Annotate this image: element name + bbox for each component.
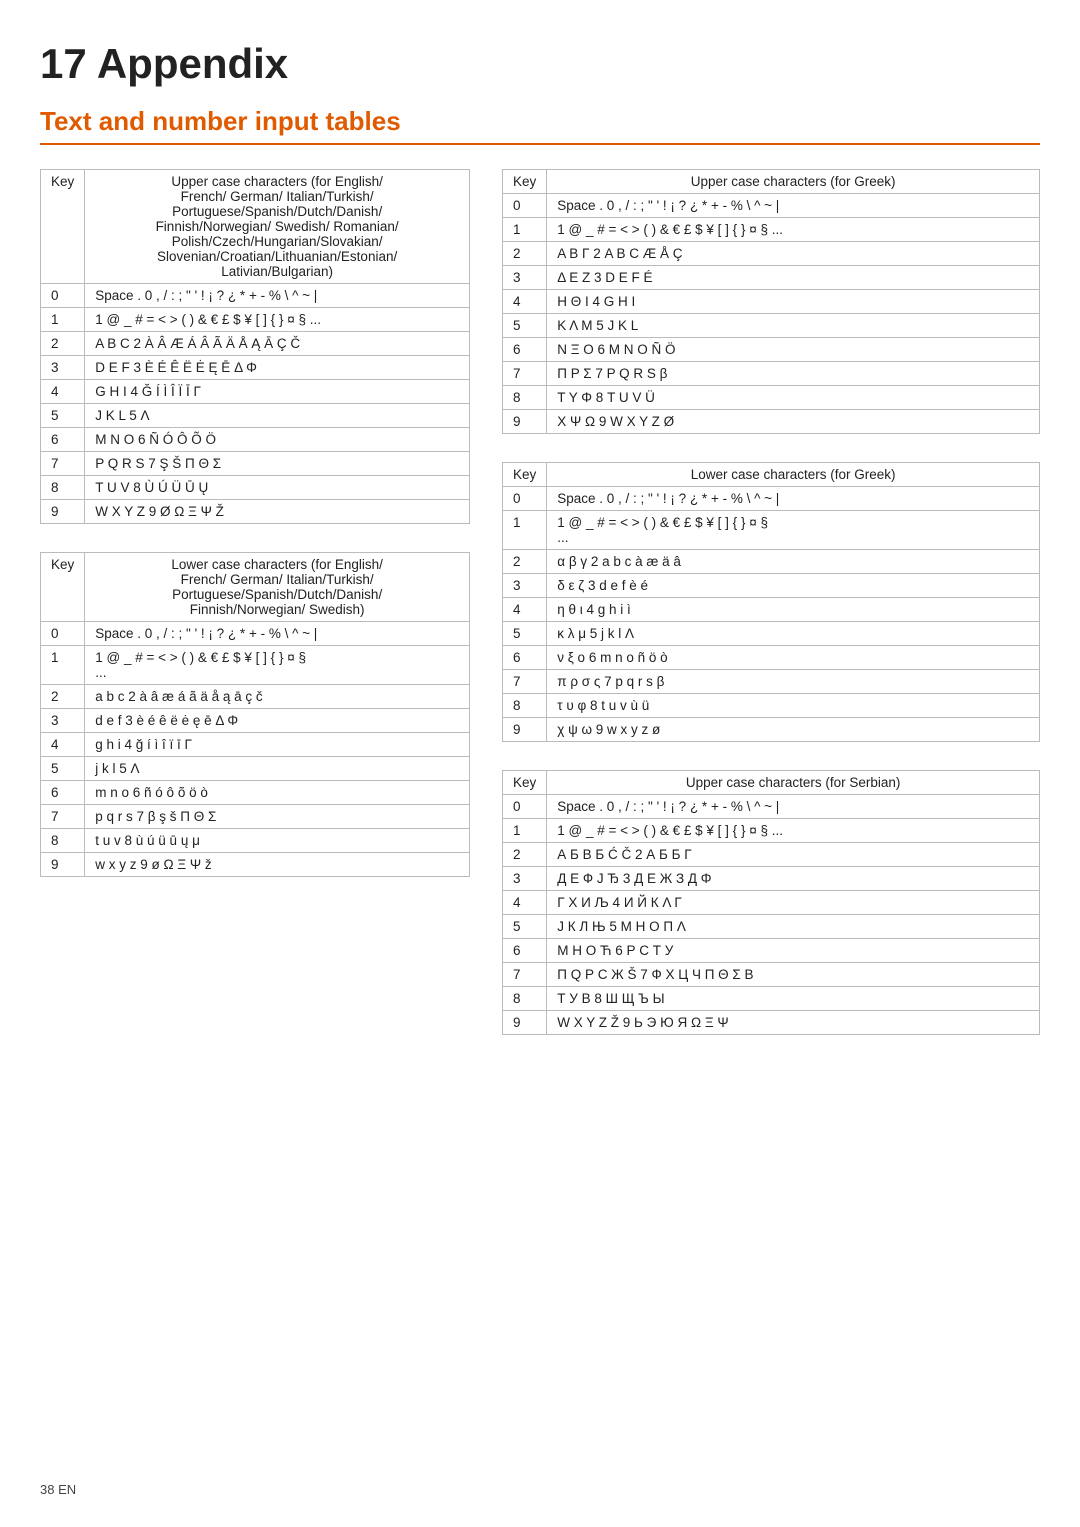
- table-row: 7Π Ρ Σ 7 P Q R S β: [503, 362, 1040, 386]
- table-row: 6Ν Ξ Ο 6 M N O Ñ Ö: [503, 338, 1040, 362]
- table-row: 7П Q Р С Ж Š 7 Ф Х Ц Ч П Θ Σ Β: [503, 963, 1040, 987]
- table-row: 5Ј К Л Њ 5 М Н О П Λ: [503, 915, 1040, 939]
- section-title: Text and number input tables: [40, 106, 1040, 145]
- table-row: 9W X Y Z Ž 9 Ь Э Ю Я Ω Ξ Ψ: [503, 1011, 1040, 1035]
- page-footer: 38 EN: [40, 1482, 76, 1497]
- table-row: 6М Н О Ћ 6 Р С Т У: [503, 939, 1040, 963]
- col-header-desc-left-upper-english: Upper case characters (for English/Frenc…: [85, 170, 470, 284]
- table-row: 11 @ _ # = < > ( ) & € £ $ ¥ [ ] { } ¤ §…: [41, 646, 470, 685]
- col-header-key: Key: [41, 553, 85, 622]
- table-row: 9Χ Ψ Ω 9 W X Y Z Ø: [503, 410, 1040, 434]
- table-row: 4g h i 4 ğ í ì î ï ī Γ: [41, 733, 470, 757]
- table-row: 7p q r s 7 β ş š Π Θ Σ: [41, 805, 470, 829]
- col-header-desc-right-lower-greek: Lower case characters (for Greek): [547, 463, 1040, 487]
- table-row: 3D E F 3 È É Ê Ë Ė Ę Ē Δ Φ: [41, 356, 470, 380]
- table-row: 9W X Y Z 9 Ø Ω Ξ Ψ Ž: [41, 500, 470, 524]
- col-header-desc-right-upper-serbian: Upper case characters (for Serbian): [547, 771, 1040, 795]
- col-header-key: Key: [503, 771, 547, 795]
- table-row: 2Α Β Γ 2 A B C Æ Å Ç: [503, 242, 1040, 266]
- table-row: 0Space . 0 , / : ; " ' ! ¡ ? ¿ * + - % \…: [503, 487, 1040, 511]
- table-right-upper-serbian: Key Upper case characters (for Serbian) …: [502, 770, 1040, 1035]
- table-row: 6m n o 6 ñ ó ô õ ö ò: [41, 781, 470, 805]
- col-header-key: Key: [503, 170, 547, 194]
- table-row: 9w x y z 9 ø Ω Ξ Ψ ž: [41, 853, 470, 877]
- table-row: 5j k l 5 Λ: [41, 757, 470, 781]
- table-row: 5J K L 5 Λ: [41, 404, 470, 428]
- table-row: 4Г Х И Љ 4 И Й К Λ Γ: [503, 891, 1040, 915]
- table-row: 5κ λ μ 5 j k l Λ: [503, 622, 1040, 646]
- table-row: 3Д Е Ф Ј Ђ 3 Д Е Ж З Д Φ: [503, 867, 1040, 891]
- table-row: 2A B C 2 À Â Æ Á Â Ã Ä Å Ą Ā Ç Č: [41, 332, 470, 356]
- table-row: 7π ρ σ ς 7 p q r s β: [503, 670, 1040, 694]
- table-row: 6ν ξ ο 6 m n o ñ ö ò: [503, 646, 1040, 670]
- left-column: Key Upper case characters (for English/F…: [40, 169, 470, 1063]
- table-row: 11 @ _ # = < > ( ) & € £ $ ¥ [ ] { } ¤ §…: [503, 218, 1040, 242]
- table-right-lower-greek: Key Lower case characters (for Greek) 0S…: [502, 462, 1040, 742]
- table-row: 0Space . 0 , / : ; " ' ! ¡ ? ¿ * + - % \…: [503, 795, 1040, 819]
- table-row: 4Η Θ Ι 4 G H I: [503, 290, 1040, 314]
- table-row: 2А Б В Б Ć Č 2 А Б Б Г: [503, 843, 1040, 867]
- table-row: 8Т У В 8 Ш Щ Ъ Ы: [503, 987, 1040, 1011]
- page-title: 17 Appendix: [40, 40, 1040, 88]
- table-row: 3δ ε ζ 3 d e f è é: [503, 574, 1040, 598]
- table-left-upper-english: Key Upper case characters (for English/F…: [40, 169, 470, 524]
- table-row: 0Space . 0 , / : ; " ' ! ¡ ? ¿ * + - % \…: [41, 622, 470, 646]
- table-row: 11 @ _ # = < > ( ) & € £ $ ¥ [ ] { } ¤ §…: [503, 819, 1040, 843]
- col-header-desc-left-lower-english: Lower case characters (for English/Frenc…: [85, 553, 470, 622]
- table-row: 0Space . 0 , / : ; " ' ! ¡ ? ¿ * + - % \…: [503, 194, 1040, 218]
- col-header-key: Key: [503, 463, 547, 487]
- col-header-key: Key: [41, 170, 85, 284]
- table-left-lower-english: Key Lower case characters (for English/F…: [40, 552, 470, 877]
- table-row: 3Δ Ε Ζ 3 D E F É: [503, 266, 1040, 290]
- table-row: 4η θ ι 4 g h i ì: [503, 598, 1040, 622]
- right-column: Key Upper case characters (for Greek) 0S…: [502, 169, 1040, 1063]
- table-row: 11 @ _ # = < > ( ) & € £ $ ¥ [ ] { } ¤ §…: [41, 308, 470, 332]
- col-header-desc-right-upper-greek: Upper case characters (for Greek): [547, 170, 1040, 194]
- table-row: 8t u v 8 ù ú ü ū ų μ: [41, 829, 470, 853]
- table-row: 8T U V 8 Ù Ú Ü Ū Ų: [41, 476, 470, 500]
- table-row: 4G H I 4 Ğ Í Ì Î Ï Ī Γ: [41, 380, 470, 404]
- table-right-upper-greek: Key Upper case characters (for Greek) 0S…: [502, 169, 1040, 434]
- table-row: 3d e f 3 è é ê ë ė ę ē Δ Φ: [41, 709, 470, 733]
- table-row: 8τ υ φ 8 t u v ù ü: [503, 694, 1040, 718]
- table-row: 2α β γ 2 a b c à æ ä â: [503, 550, 1040, 574]
- table-row: 0Space . 0 , / : ; " ' ! ¡ ? ¿ * + - % \…: [41, 284, 470, 308]
- table-row: 7P Q R S 7 Ş Š Π Θ Σ: [41, 452, 470, 476]
- table-row: 8Τ Υ Φ 8 T U V Ü: [503, 386, 1040, 410]
- table-row: 11 @ _ # = < > ( ) & € £ $ ¥ [ ] { } ¤ §…: [503, 511, 1040, 550]
- table-row: 9χ ψ ω 9 w x y z ø: [503, 718, 1040, 742]
- table-row: 6M N O 6 Ñ Ó Ô Õ Ö: [41, 428, 470, 452]
- table-row: 5Κ Λ Μ 5 J K L: [503, 314, 1040, 338]
- table-row: 2a b c 2 à â æ á ã ä å ą ā ç č: [41, 685, 470, 709]
